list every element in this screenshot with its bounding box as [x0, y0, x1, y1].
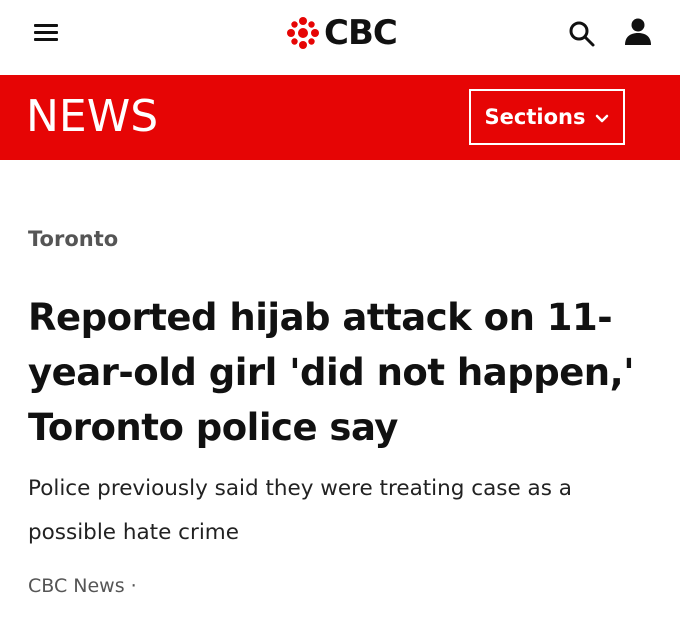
logo-text: CBC: [324, 13, 398, 53]
cbc-gem-icon: [287, 17, 319, 49]
search-icon: [569, 21, 595, 47]
article-byline: CBC News ·: [28, 575, 137, 597]
search-button[interactable]: [566, 18, 598, 50]
hamburger-icon-line: [34, 31, 58, 34]
cbc-logo[interactable]: CBC: [286, 12, 398, 54]
article: Toronto Reported hijab attack on 11-year…: [28, 224, 668, 601]
article-dek: Police previously said they were treatin…: [28, 476, 572, 545]
top-bar: CBC: [0, 0, 680, 75]
news-title[interactable]: NEWS: [26, 91, 158, 144]
article-category[interactable]: Toronto: [28, 224, 668, 254]
chevron-down-icon: [595, 105, 609, 129]
account-button[interactable]: [622, 16, 654, 48]
news-bar: NEWS Sections: [0, 75, 680, 160]
sections-button[interactable]: Sections: [469, 89, 625, 145]
hamburger-icon-line: [34, 24, 58, 27]
article-headline: Reported hijab attack on 11-year-old gir…: [28, 296, 635, 449]
user-icon: [625, 18, 651, 45]
sections-label: Sections: [484, 105, 586, 129]
hamburger-menu-button[interactable]: [32, 18, 62, 48]
hamburger-icon-line: [34, 38, 58, 41]
